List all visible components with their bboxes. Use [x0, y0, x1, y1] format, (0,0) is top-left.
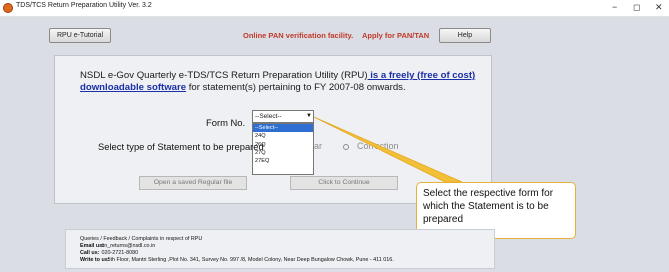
call-key: Call us:: [80, 250, 100, 256]
email-key: Email us:: [80, 243, 104, 249]
footer-address: Write to us: 5th Floor, Mantri Sterling …: [80, 257, 394, 263]
footer-email: Email us: tin_returns@nsdl.co.in: [80, 243, 155, 249]
write-value: 5th Floor, Mantri Sterling ,Plot No. 341…: [107, 257, 394, 263]
footer-call: Call us: 020-2721-8080: [80, 250, 138, 256]
footer-heading: Queries / Feedback / Complaints in respe…: [80, 236, 203, 242]
write-key: Write to us:: [80, 257, 110, 263]
call-value: 020-2721-8080: [101, 250, 139, 256]
email-value[interactable]: tin_returns@nsdl.co.in: [102, 243, 156, 249]
footer-panel: [65, 229, 495, 269]
